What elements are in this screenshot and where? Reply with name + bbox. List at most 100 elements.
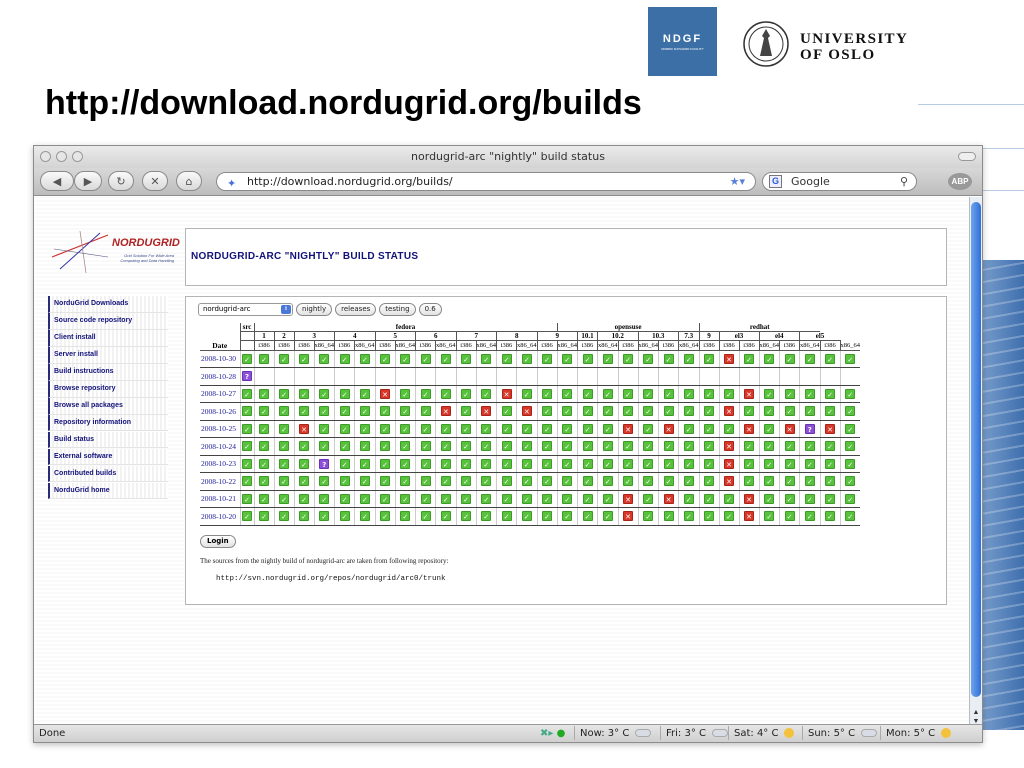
build-ok-icon[interactable]: ✓ <box>562 511 573 522</box>
build-ok-icon[interactable]: ✓ <box>643 511 654 522</box>
build-ok-icon[interactable]: ✓ <box>242 511 252 522</box>
build-ok-icon[interactable]: ✓ <box>744 458 754 469</box>
build-ok-icon[interactable]: ✓ <box>663 511 674 522</box>
build-ok-icon[interactable]: ✓ <box>299 388 309 399</box>
build-ok-icon[interactable]: ✓ <box>242 353 252 364</box>
zoom-window-button[interactable] <box>72 151 83 162</box>
home-button[interactable]: ⌂ <box>176 171 202 191</box>
build-ok-icon[interactable]: ✓ <box>481 388 492 399</box>
build-ok-icon[interactable]: ✓ <box>704 353 714 364</box>
build-ok-icon[interactable]: ✓ <box>784 441 795 452</box>
build-ok-icon[interactable]: ✓ <box>339 388 350 399</box>
scroll-up-arrow-icon[interactable]: ▲ <box>970 709 982 716</box>
build-ok-icon[interactable]: ✓ <box>299 458 309 469</box>
back-button[interactable]: ◀ <box>40 171 74 191</box>
build-failed-icon[interactable]: ✕ <box>784 423 795 434</box>
build-failed-icon[interactable]: ✕ <box>724 406 734 417</box>
login-button[interactable]: Login <box>200 535 236 548</box>
build-ok-icon[interactable]: ✓ <box>359 441 370 452</box>
build-ok-icon[interactable]: ✓ <box>259 511 269 522</box>
build-unknown-icon[interactable]: ? <box>319 458 330 469</box>
build-ok-icon[interactable]: ✓ <box>602 476 613 487</box>
build-ok-icon[interactable]: ✓ <box>299 353 309 364</box>
build-ok-icon[interactable]: ✓ <box>643 406 654 417</box>
build-ok-icon[interactable]: ✓ <box>643 441 654 452</box>
build-ok-icon[interactable]: ✓ <box>663 458 674 469</box>
build-ok-icon[interactable]: ✓ <box>299 441 309 452</box>
build-ok-icon[interactable]: ✓ <box>663 476 674 487</box>
weather-item[interactable]: Sun: 5° C <box>802 725 878 742</box>
build-unknown-icon[interactable]: ? <box>804 423 815 434</box>
build-failed-icon[interactable]: ✕ <box>380 388 390 399</box>
build-ok-icon[interactable]: ✓ <box>623 476 633 487</box>
build-failed-icon[interactable]: ✕ <box>663 423 674 434</box>
close-window-button[interactable] <box>40 151 51 162</box>
build-ok-icon[interactable]: ✓ <box>400 353 411 364</box>
build-ok-icon[interactable]: ✓ <box>663 441 674 452</box>
build-ok-icon[interactable]: ✓ <box>521 493 532 504</box>
build-ok-icon[interactable]: ✓ <box>359 388 370 399</box>
build-ok-icon[interactable]: ✓ <box>521 441 532 452</box>
scrollbar-thumb[interactable] <box>971 202 981 697</box>
build-date-link[interactable]: 2008-10-23 <box>200 455 240 473</box>
build-ok-icon[interactable]: ✓ <box>481 458 492 469</box>
build-ok-icon[interactable]: ✓ <box>242 423 252 434</box>
build-ok-icon[interactable]: ✓ <box>420 511 431 522</box>
build-ok-icon[interactable]: ✓ <box>400 493 411 504</box>
build-date-link[interactable]: 2008-10-28 <box>200 367 240 386</box>
build-ok-icon[interactable]: ✓ <box>784 458 795 469</box>
build-ok-icon[interactable]: ✓ <box>784 353 795 364</box>
weather-item[interactable]: Fri: 3° C <box>660 725 728 742</box>
build-ok-icon[interactable]: ✓ <box>420 458 431 469</box>
build-ok-icon[interactable]: ✓ <box>582 388 593 399</box>
build-ok-icon[interactable]: ✓ <box>339 476 350 487</box>
sidebar-item-repository-information[interactable]: Repository information <box>48 414 168 432</box>
testing-button[interactable]: testing <box>379 303 416 316</box>
build-ok-icon[interactable]: ✓ <box>562 476 573 487</box>
build-unknown-icon[interactable]: ? <box>242 371 252 382</box>
build-ok-icon[interactable]: ✓ <box>420 353 431 364</box>
build-ok-icon[interactable]: ✓ <box>339 353 350 364</box>
build-ok-icon[interactable]: ✓ <box>623 458 633 469</box>
build-ok-icon[interactable]: ✓ <box>562 441 573 452</box>
build-date-link[interactable]: 2008-10-24 <box>200 437 240 456</box>
build-failed-icon[interactable]: ✕ <box>724 458 734 469</box>
build-date-link[interactable]: 2008-10-20 <box>200 507 240 526</box>
vertical-scrollbar[interactable]: ▲ ▼ <box>969 197 982 726</box>
build-ok-icon[interactable]: ✓ <box>602 511 613 522</box>
sidebar-item-browse-repository[interactable]: Browse repository <box>48 380 168 398</box>
build-ok-icon[interactable]: ✓ <box>724 493 734 504</box>
build-ok-icon[interactable]: ✓ <box>440 423 451 434</box>
build-failed-icon[interactable]: ✕ <box>663 493 674 504</box>
build-ok-icon[interactable]: ✓ <box>501 353 512 364</box>
build-ok-icon[interactable]: ✓ <box>501 511 512 522</box>
build-ok-icon[interactable]: ✓ <box>623 388 633 399</box>
sidebar-item-nordugrid-downloads[interactable]: NorduGrid Downloads <box>48 296 168 313</box>
build-ok-icon[interactable]: ✓ <box>643 476 654 487</box>
build-ok-icon[interactable]: ✓ <box>663 353 674 364</box>
build-ok-icon[interactable]: ✓ <box>825 493 835 504</box>
build-ok-icon[interactable]: ✓ <box>804 441 815 452</box>
build-ok-icon[interactable]: ✓ <box>825 511 835 522</box>
build-ok-icon[interactable]: ✓ <box>319 388 330 399</box>
build-ok-icon[interactable]: ✓ <box>279 511 289 522</box>
build-ok-icon[interactable]: ✓ <box>380 476 390 487</box>
build-ok-icon[interactable]: ✓ <box>825 476 835 487</box>
build-ok-icon[interactable]: ✓ <box>259 388 269 399</box>
build-ok-icon[interactable]: ✓ <box>501 406 512 417</box>
sidebar-item-browse-all-packages[interactable]: Browse all packages <box>48 397 168 415</box>
toolbar-toggle-button[interactable] <box>958 152 976 161</box>
build-ok-icon[interactable]: ✓ <box>400 458 411 469</box>
build-ok-icon[interactable]: ✓ <box>744 476 754 487</box>
sidebar-item-server-install[interactable]: Server install <box>48 346 168 364</box>
build-ok-icon[interactable]: ✓ <box>242 388 252 399</box>
build-ok-icon[interactable]: ✓ <box>400 476 411 487</box>
build-ok-icon[interactable]: ✓ <box>319 423 330 434</box>
build-ok-icon[interactable]: ✓ <box>359 423 370 434</box>
nordugrid-logo[interactable]: NORDUGRID Grid Solution For Wide Area Co… <box>50 227 180 277</box>
build-ok-icon[interactable]: ✓ <box>704 406 714 417</box>
build-ok-icon[interactable]: ✓ <box>380 441 390 452</box>
build-ok-icon[interactable]: ✓ <box>279 458 289 469</box>
build-ok-icon[interactable]: ✓ <box>420 441 431 452</box>
adblock-button[interactable]: ABP <box>948 173 972 190</box>
